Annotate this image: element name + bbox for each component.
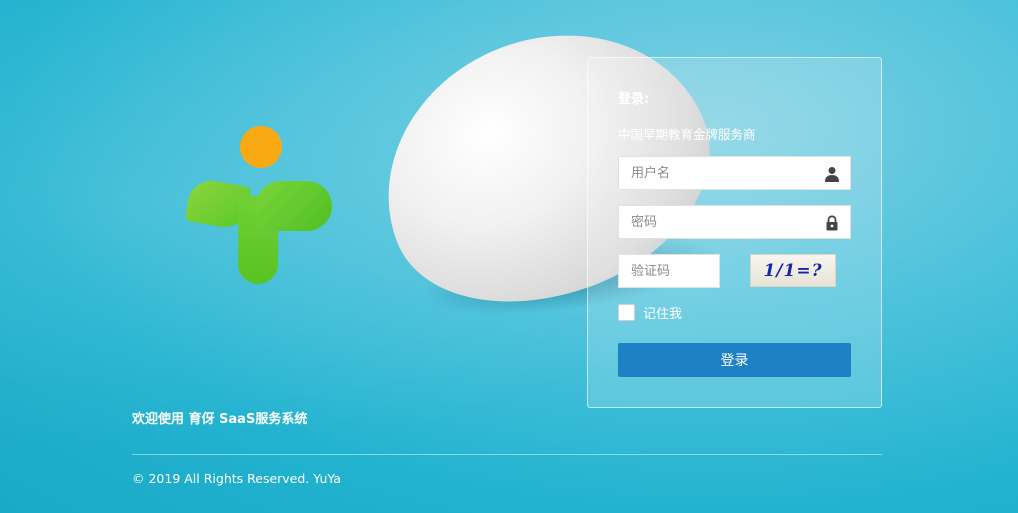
- login-subtitle: 中国早期教育金牌服务商: [618, 127, 756, 142]
- lock-icon: [826, 215, 838, 231]
- username-field: [618, 156, 851, 190]
- logo-leaf-right: [256, 181, 332, 231]
- captcha-input[interactable]: [619, 255, 719, 287]
- captcha-field: [618, 254, 720, 288]
- username-input[interactable]: [619, 157, 850, 189]
- login-panel: 登录: 中国早期教育金牌服务商 1/1=? 记住我 登录: [587, 57, 882, 408]
- remember-label: 记住我: [643, 307, 683, 322]
- logo-dot: [240, 126, 282, 168]
- login-title: 登录:: [618, 92, 650, 107]
- logo-icon: [184, 126, 333, 286]
- captcha-image[interactable]: 1/1=?: [750, 254, 836, 287]
- welcome-text: 欢迎使用 育伢 SaaS服务系统: [132, 412, 308, 427]
- user-icon: [825, 167, 839, 182]
- password-input[interactable]: [619, 206, 850, 238]
- copyright-text: © 2019 All Rights Reserved. YuYa: [132, 471, 341, 486]
- remember-me[interactable]: 记住我: [618, 303, 682, 322]
- remember-checkbox[interactable]: [618, 304, 635, 321]
- login-button[interactable]: 登录: [618, 343, 851, 377]
- password-field: [618, 205, 851, 239]
- footer-divider: [132, 454, 882, 455]
